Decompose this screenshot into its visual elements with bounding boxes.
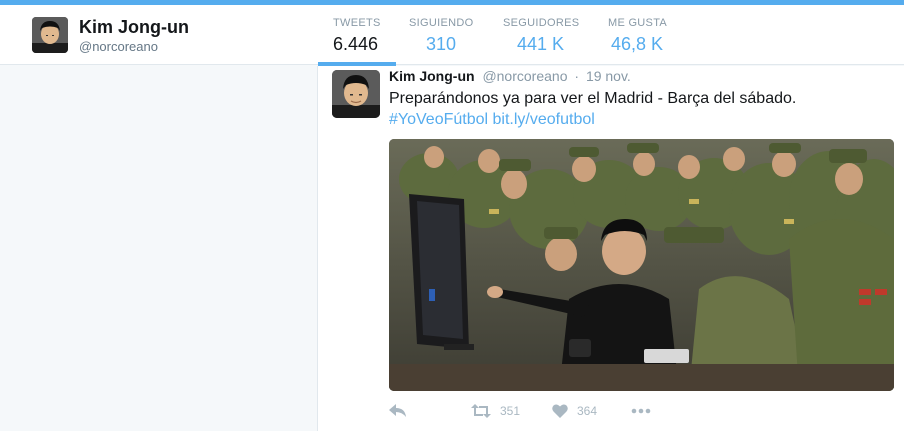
retweet-icon [471, 404, 491, 418]
stat-followers-label: SEGUIDORES [503, 17, 580, 29]
tweet-actions: 351 364 [389, 400, 689, 422]
tweet-timestamp[interactable]: 19 nov. [586, 68, 631, 84]
like-button[interactable]: 364 [552, 400, 597, 422]
profile-nav: Kim Jong-un @norcoreano TWEETS 6.446 SIG… [0, 5, 904, 66]
more-button[interactable] [631, 400, 651, 422]
like-count: 364 [577, 404, 598, 418]
profile-handle: @norcoreano [79, 39, 158, 54]
more-icon [631, 408, 651, 414]
stat-following[interactable]: SIGUIENDO 310 [409, 17, 473, 65]
stat-followers[interactable]: SEGUIDORES 441 K [503, 17, 579, 65]
stat-likes-value: 46,8 K [611, 34, 664, 54]
heart-icon [552, 404, 568, 418]
stat-followers-value: 441 K [517, 34, 565, 54]
tweet-url-link[interactable]: bit.ly/veofutbol [493, 111, 595, 128]
tweet-hashtag-link[interactable]: #YoVeoFútbol [389, 111, 488, 128]
profile-name[interactable]: Kim Jong-un [79, 17, 189, 38]
stat-tweets-label: TWEETS [333, 17, 381, 29]
reply-icon [389, 404, 407, 418]
tweet-author-name[interactable]: Kim Jong-un [389, 68, 475, 84]
retweet-count: 351 [500, 404, 521, 418]
tweet-separator: · [574, 68, 580, 84]
reply-button[interactable] [389, 400, 407, 422]
stat-likes[interactable]: ME GUSTA 46,8 K [608, 17, 667, 65]
stat-tweets[interactable]: TWEETS 6.446 [318, 17, 396, 66]
tweet-text: Preparándonos ya para ver el Madrid - Ba… [389, 90, 797, 107]
tweet-header: Kim Jong-un @norcoreano · 19 nov. [389, 68, 631, 84]
tweet-avatar[interactable] [332, 70, 380, 118]
tweet-photo[interactable] [389, 139, 894, 391]
profile-avatar[interactable] [32, 17, 68, 53]
tweet-links: #YoVeoFútbol bit.ly/veofutbol [389, 109, 595, 130]
tweet[interactable]: Kim Jong-un @norcoreano · 19 nov. Prepar… [318, 66, 904, 431]
stat-likes-label: ME GUSTA [608, 17, 668, 29]
tweet-author-handle[interactable]: @norcoreano [482, 68, 567, 84]
stat-following-label: SIGUIENDO [409, 17, 474, 29]
retweet-button[interactable]: 351 [471, 400, 520, 422]
stat-following-value: 310 [426, 34, 457, 54]
stat-tweets-value: 6.446 [333, 34, 379, 54]
